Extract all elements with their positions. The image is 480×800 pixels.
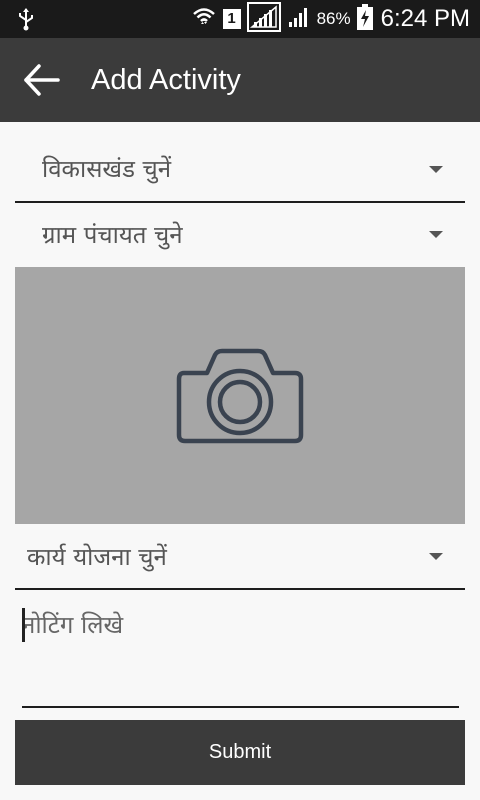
photo-capture-area[interactable] [15,267,465,524]
usb-icon [16,7,36,35]
signal-icon [246,2,281,36]
wifi-icon [191,5,217,33]
work-plan-select[interactable]: कार्य योजना चुनें [15,524,465,590]
app-bar: Add Activity [0,38,480,122]
panchayat-select-label: ग्राम पंचायत चुने [42,221,183,249]
block-select[interactable]: विकासखंड चुनें [15,136,465,203]
work-plan-select-label: कार्य योजना चुनें [27,543,167,571]
notes-input[interactable]: नोटिंग लिखे [22,604,459,708]
dropdown-caret-icon [429,166,443,173]
page-title: Add Activity [91,64,241,96]
submit-button[interactable]: Submit [15,720,465,785]
dropdown-caret-icon [429,231,443,238]
panchayat-select[interactable]: ग्राम पंचायत चुने [15,203,465,267]
notes-placeholder: नोटिंग लिखे [22,611,124,639]
sim-icon: 1 [222,9,241,29]
dropdown-caret-icon [429,553,443,560]
clock: 6:24 PM [380,5,470,32]
text-cursor [22,608,25,642]
block-select-label: विकासखंड चुनें [42,155,172,183]
status-bar: 1 86% 6:24 PM [0,0,480,38]
arrow-back-icon[interactable] [22,62,62,98]
battery-percent: 86% [316,9,351,28]
battery-charging-icon [356,4,373,34]
signal-icon [287,5,311,33]
camera-icon [176,348,304,444]
